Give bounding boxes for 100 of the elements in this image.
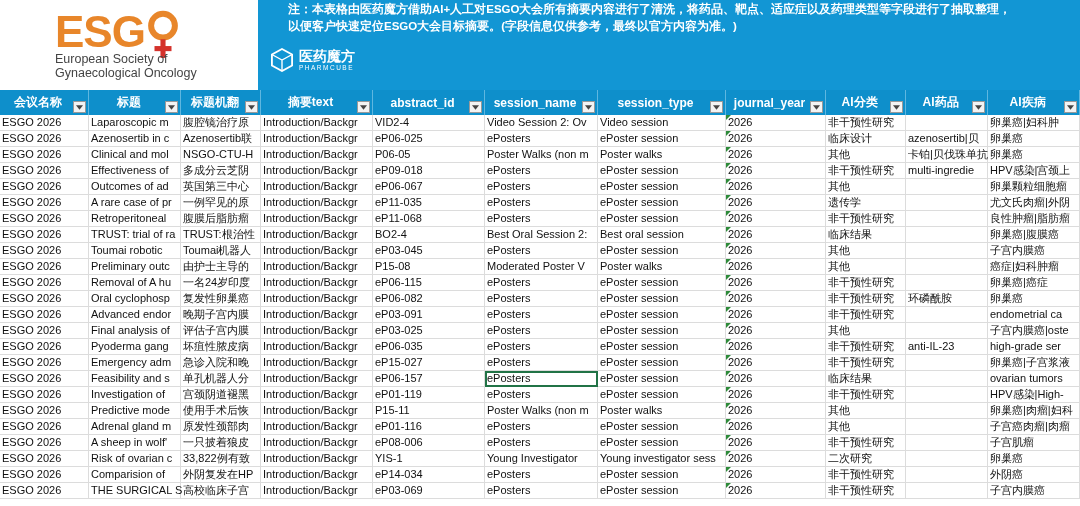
table-cell: eP11-035 [373,195,485,211]
table-cell: 2026 [726,355,826,371]
table-cell: ePosters [485,355,598,371]
column-header[interactable]: journal_year [726,90,826,115]
table-cell: ePosters [485,435,598,451]
table-cell: Oral cyclophosp [89,291,181,307]
column-header[interactable]: 标题机翻 [181,90,261,115]
table-cell: 非干预性研究 [826,307,906,323]
column-header[interactable]: session_type [598,90,726,115]
table-cell: ovarian tumors [988,371,1080,387]
table-cell: Introduction/Backgr [261,243,373,259]
table-cell: ePoster session [598,435,726,451]
filter-dropdown-button[interactable] [1064,101,1077,113]
table-cell: 2026 [726,275,826,291]
table-cell: Laparoscopic m [89,115,181,131]
table-cell: Introduction/Backgr [261,483,373,499]
notice-text: 以便客户快速定位ESGO大会目标摘要。(字段信息仅供参考，最终以官方内容为准。) [288,18,738,34]
table-cell: 外阴复发在HP [181,467,261,483]
column-header[interactable]: AI分类 [826,90,906,115]
table-cell: 非干预性研究 [826,291,906,307]
filter-dropdown-button[interactable] [810,101,823,113]
table-cell: ESGO 2026 [0,211,89,227]
table-cell: 腹腔镜治疗原 [181,115,261,131]
table-cell: Pyoderma gang [89,339,181,355]
table-cell: ESGO 2026 [0,307,89,323]
filter-dropdown-button[interactable] [357,101,370,113]
table-cell: Introduction/Backgr [261,163,373,179]
table-cell: Introduction/Backgr [261,131,373,147]
table-cell: Toumai robotic [89,243,181,259]
filter-dropdown-button[interactable] [972,101,985,113]
table-cell: 卵巢颗粒细胞瘤 [988,179,1080,195]
table-cell: 卵巢癌|子宫浆液 [988,355,1080,371]
table-cell: 临床结果 [826,371,906,387]
table-cell: TRUST:根治性 [181,227,261,243]
table-cell: eP08-006 [373,435,485,451]
table-cell: 2026 [726,131,826,147]
table-cell: ePoster session [598,211,726,227]
table-cell: Preliminary outc [89,259,181,275]
filter-dropdown-button[interactable] [165,101,178,113]
table-cell: 2026 [726,179,826,195]
table-cell: ePosters [485,371,598,387]
filter-dropdown-button[interactable] [469,101,482,113]
table-cell: BO2-4 [373,227,485,243]
table-cell: ESGO 2026 [0,323,89,339]
table-cell: eP06-082 [373,291,485,307]
table-cell: 2026 [726,115,826,131]
table-cell: Introduction/Backgr [261,115,373,131]
caret-icon [813,104,820,110]
column-header[interactable]: abstract_id [373,90,485,115]
table-cell: ePoster session [598,387,726,403]
table-cell: ePosters [485,387,598,403]
table-cell: 非干预性研究 [826,435,906,451]
column-header[interactable]: 摘要text [261,90,373,115]
table-cell: Young investigator sess [598,451,726,467]
filter-dropdown-button[interactable] [710,101,723,113]
table-cell: Poster walks [598,147,726,163]
table-cell: ESGO 2026 [0,195,89,211]
table-cell: eP03-045 [373,243,485,259]
table-cell: 一例罕见的原 [181,195,261,211]
table-cell: Emergency adm [89,355,181,371]
column-header[interactable]: AI疾病 [988,90,1080,115]
table-cell: 2026 [726,371,826,387]
filter-dropdown-button[interactable] [73,101,86,113]
table-cell: Feasibility and s [89,371,181,387]
table-cell: 2026 [726,163,826,179]
table-cell: 2026 [726,451,826,467]
table-cell: VID2-4 [373,115,485,131]
table-cell: 一只披着狼皮 [181,435,261,451]
table-cell: 2026 [726,147,826,163]
table-cell: 卡铂|贝伐珠单抗 [906,147,988,163]
column-header[interactable]: AI药品 [906,90,988,115]
table-cell: eP01-119 [373,387,485,403]
column-header[interactable]: 标题 [89,90,181,115]
filter-dropdown-button[interactable] [890,101,903,113]
table-cell: 2026 [726,435,826,451]
column-header[interactable]: session_name [485,90,598,115]
table-cell: ESGO 2026 [0,419,89,435]
column-header[interactable]: 会议名称 [0,90,89,115]
table-cell: ESGO 2026 [0,451,89,467]
filter-dropdown-button[interactable] [245,101,258,113]
table-cell: eP06-115 [373,275,485,291]
table-cell: 非干预性研究 [826,483,906,499]
table-cell: ePosters [485,179,598,195]
table-cell: 非干预性研究 [826,355,906,371]
table-cell: eP14-034 [373,467,485,483]
table-cell: 晚期子宫内膜 [181,307,261,323]
table-cell: Removal of A hu [89,275,181,291]
table-cell: 非干预性研究 [826,339,906,355]
filter-dropdown-button[interactable] [582,101,595,113]
table-cell: Introduction/Backgr [261,371,373,387]
table-cell: 2026 [726,387,826,403]
table-cell: ePoster session [598,163,726,179]
table-cell: 卵巢癌 [988,451,1080,467]
table-cell: ePosters [485,483,598,499]
table-cell: Poster walks [598,403,726,419]
table-cell: 腹膜后脂肪瘤 [181,211,261,227]
table-cell: HPV感染|宫颈上 [988,163,1080,179]
table-cell: 卵巢癌|妇科肿 [988,115,1080,131]
caret-icon [893,104,900,110]
table-cell: Introduction/Backgr [261,291,373,307]
